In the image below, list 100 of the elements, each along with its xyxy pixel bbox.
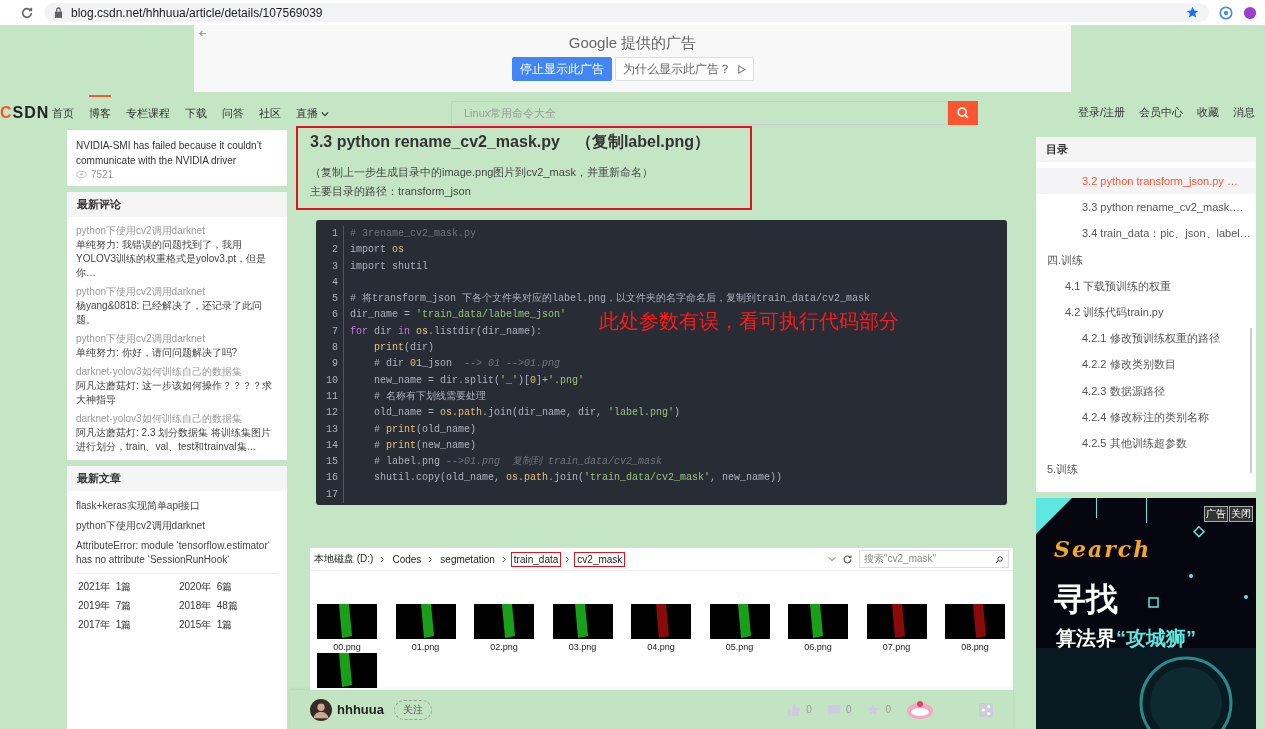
article-link[interactable]: AttributeError: module ‘tensorflow.estimator‘ has no attribute ‘SessionRunHook‘ bbox=[76, 539, 278, 567]
mask-thumbnail[interactable] bbox=[395, 604, 456, 639]
star-icon[interactable] bbox=[1186, 6, 1199, 19]
breadcrumb[interactable]: segmetation bbox=[437, 551, 498, 567]
nav-tab[interactable]: 首页 bbox=[52, 95, 74, 130]
mask-thumbnail[interactable] bbox=[474, 604, 534, 639]
file-name: 05.png bbox=[725, 642, 754, 652]
line-number: 9 bbox=[316, 356, 344, 373]
toc-item[interactable]: 5.训练 bbox=[1036, 456, 1256, 483]
code-line: shutil.copy(old_name, os.path.join('train_data/cv2_mask', new_name)) bbox=[374, 471, 783, 486]
mask-thumbnail[interactable] bbox=[866, 604, 927, 639]
mask-thumbnail[interactable] bbox=[945, 604, 1005, 639]
nav-link[interactable]: 收藏 bbox=[1197, 105, 1219, 120]
nav-tab[interactable]: 社区 bbox=[259, 95, 281, 130]
back-arrow-icon[interactable] bbox=[198, 29, 207, 38]
author-name[interactable]: hhhuua bbox=[337, 702, 384, 717]
nav-tab[interactable]: 问答 bbox=[222, 95, 244, 130]
mask-thumbnail[interactable] bbox=[631, 604, 691, 639]
archive-link[interactable]: 2018年 48篇 bbox=[177, 598, 278, 614]
nav-link[interactable]: 消息 bbox=[1233, 105, 1255, 120]
thumbs-up-icon[interactable] bbox=[787, 702, 802, 717]
extension-icon[interactable] bbox=[1243, 5, 1257, 20]
star-icon[interactable] bbox=[866, 702, 881, 717]
archive-link[interactable]: 2015年 1篇 bbox=[177, 617, 278, 633]
line-number: 6 bbox=[316, 307, 344, 324]
nav-tab[interactable]: 下载 bbox=[185, 95, 207, 130]
toc-item[interactable]: 4.2.4 修改标注的类别名称 bbox=[1036, 403, 1256, 430]
nav-tab[interactable]: 专栏课程 bbox=[126, 95, 170, 130]
mask-thumbnail[interactable] bbox=[788, 604, 848, 639]
breadcrumb[interactable]: train_data bbox=[510, 551, 562, 567]
reward-icon[interactable] bbox=[906, 699, 934, 720]
file-name: 04.png bbox=[647, 642, 675, 652]
favorite-count: 0 bbox=[885, 704, 891, 715]
ad-subtitle: 算法界 bbox=[1056, 627, 1116, 649]
code-line: old_name = os.path.join(dir_name, dir, 'label.png') bbox=[374, 406, 681, 421]
mask-thumbnail[interactable] bbox=[552, 604, 613, 639]
file-name: 01.png bbox=[411, 642, 440, 652]
archive-link[interactable]: 2017年 1篇 bbox=[76, 617, 177, 633]
archive-link[interactable]: 2020年 6篇 bbox=[177, 579, 278, 595]
eye-icon bbox=[76, 170, 87, 179]
ad-button[interactable]: 为什么显示此广告？ bbox=[614, 57, 754, 81]
line-number: 11 bbox=[316, 388, 344, 406]
line-number: 3 bbox=[316, 258, 344, 275]
breadcrumb[interactable]: Codes bbox=[389, 551, 425, 567]
code-line: # 3rename_cv2_mask.py bbox=[350, 227, 477, 241]
ad-tag[interactable]: 关闭 bbox=[1229, 506, 1253, 522]
lock-icon bbox=[54, 7, 63, 18]
toc-item[interactable]: 4.2.1 修改预训练权重的路径 bbox=[1036, 325, 1256, 352]
avatar[interactable] bbox=[310, 698, 332, 721]
archive-link[interactable]: 2019年 7篇 bbox=[76, 598, 177, 614]
article-link[interactable]: python下使用cv2调用darknet bbox=[76, 519, 278, 533]
comment-text: 单纯努力: 我错误的问题找到了，我用YOLOV3训练的权重格式是yolov3.pt，但是你… bbox=[76, 238, 268, 280]
nav-link[interactable]: 会员中心 bbox=[1139, 105, 1183, 120]
toc-item[interactable]: 4.2.2 修改类别数目 bbox=[1036, 351, 1256, 378]
nav-tab[interactable]: 直播 bbox=[296, 95, 329, 130]
extension-icon[interactable] bbox=[1219, 5, 1233, 20]
ad-headline: Search bbox=[1054, 536, 1152, 562]
mask-thumbnail[interactable] bbox=[317, 653, 377, 688]
code-line: for dir in os.listdir(dir_name): bbox=[350, 324, 543, 339]
article-link[interactable]: NVIDIA-SMI has failed because it couldn’t communicate with the NVIDIA driver bbox=[76, 138, 278, 168]
comment-text: 阿凡达蘑菇灯: 这一步该如何操作？？？？求大神指导 bbox=[76, 379, 273, 407]
toc-item[interactable]: 4.2.5 其他训练超参数 bbox=[1036, 429, 1256, 457]
ad-title: Google 提供的广告 bbox=[568, 34, 697, 53]
search-icon bbox=[956, 105, 970, 120]
code-line: # print(new_name) bbox=[374, 438, 477, 453]
paragraph: （复制上一步生成目录中的image.png图片到cv2_mask，并重新命名） bbox=[310, 165, 654, 180]
toc-item[interactable]: 4.2.3 数据源路径 bbox=[1036, 377, 1256, 404]
comment-count: 0 bbox=[845, 704, 852, 715]
toc-item[interactable]: 3.4 train_data：pic、json、label… bbox=[1036, 220, 1256, 247]
address-bar[interactable]: blog.csdn.net/hhhuua/article/details/107569039 bbox=[44, 3, 1209, 22]
annotation-text: 此处参数有误，看可执行代码部分 bbox=[599, 309, 899, 334]
search-field[interactable]: 搜索"cv2_mask" bbox=[859, 550, 1009, 568]
line-number: 2 bbox=[316, 242, 344, 259]
archive-link[interactable]: 2021年 1篇 bbox=[76, 579, 177, 595]
toc-item[interactable]: 四.训练 bbox=[1036, 246, 1256, 273]
breadcrumb[interactable]: 本地磁盘 (D:) bbox=[311, 550, 377, 568]
breadcrumb[interactable]: cv2_mask bbox=[574, 551, 626, 567]
card-header: 最新文章 bbox=[67, 466, 287, 491]
caret-icon bbox=[828, 555, 836, 563]
chevron-icon bbox=[501, 555, 507, 563]
nav-link[interactable]: 登录/注册 bbox=[1077, 105, 1125, 120]
toc-item[interactable]: 3.3 python rename_cv2_mask.… bbox=[1036, 194, 1256, 221]
mask-thumbnail[interactable] bbox=[317, 604, 377, 639]
ad-tag[interactable]: 广告 bbox=[1204, 506, 1228, 522]
logo[interactable]: CSDN bbox=[0, 103, 52, 122]
article-link[interactable]: flask+keras实现简单api接口 bbox=[76, 499, 278, 513]
reload-icon[interactable] bbox=[20, 5, 34, 20]
search-button[interactable] bbox=[948, 100, 978, 125]
refresh-icon[interactable] bbox=[842, 553, 853, 565]
toc-item[interactable]: 4.2 训练代码train.py bbox=[1036, 298, 1256, 326]
line-number: 1 bbox=[316, 226, 344, 243]
code-line: # dir 01_json --> 01 -->01.png bbox=[374, 357, 561, 372]
card-header: 目录 bbox=[1036, 137, 1256, 162]
code-line: print(dir) bbox=[374, 341, 435, 356]
search-field[interactable]: Linux常用命令大全 bbox=[451, 100, 948, 125]
ad-button[interactable]: 停止显示此广告 bbox=[511, 57, 612, 81]
mask-thumbnail[interactable] bbox=[709, 604, 770, 639]
ad-title: 寻找 bbox=[1054, 580, 1118, 619]
toc-item[interactable]: 4.1 下载预训练的权重 bbox=[1036, 272, 1256, 299]
code-line: dir_name = 'train_data/labelme_json' bbox=[350, 308, 567, 323]
